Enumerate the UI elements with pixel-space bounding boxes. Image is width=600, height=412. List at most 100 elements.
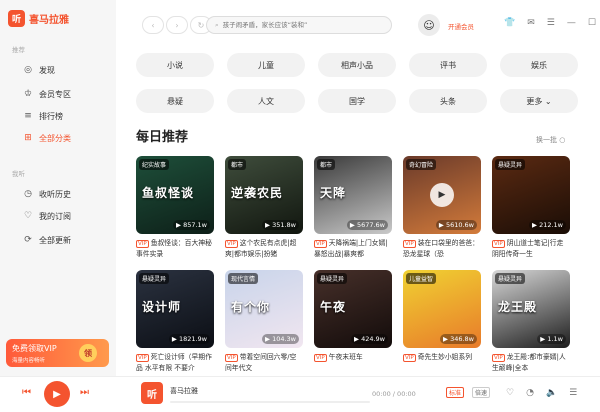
album-tag: 纪实故事 (139, 159, 170, 170)
album-title[interactable]: VIP 死亡设计师（早期作品 水平有限 不要介 (136, 352, 214, 372)
album-cover-text: 天降 (320, 186, 347, 200)
album-card[interactable]: 悬疑灵异 ▶ 212.1w VIP 阴山道士笔记|行走阴阳传奇一生 (492, 156, 570, 258)
album-cover[interactable]: 悬疑灵异 龙王殿 ▶ 1.1w (492, 270, 570, 348)
category-humanities[interactable]: 人文 (227, 89, 305, 113)
category-entertainment[interactable]: 娱乐 (500, 53, 578, 77)
album-tag: 儿童益智 (406, 273, 437, 284)
vip-badge: VIP (492, 354, 505, 362)
album-tag: 现代言情 (228, 273, 259, 284)
category-headlines[interactable]: 头条 (409, 89, 487, 113)
album-card[interactable]: 纪实故事 鱼叔怪谈 ▶ 857.1w VIP 鱼叔怪谈：百大神秘事件实录 (136, 156, 214, 258)
section-label-recommend: 推荐 (12, 46, 25, 54)
speed-button[interactable]: 倍速 (472, 387, 491, 398)
album-title[interactable]: VIP 阴山道士笔记|行走阴阳传奇一生 (492, 238, 570, 258)
album-title[interactable]: VIP 带着空间回六零/空间年代文 (225, 352, 303, 372)
quality-button[interactable]: 标准 (446, 387, 465, 398)
album-cover[interactable]: 悬疑灵异 设计师 ▶ 1821.9w (136, 270, 214, 348)
logo-icon: 听 (8, 10, 25, 27)
menu-icon[interactable]: ☰ (547, 18, 555, 28)
search-input[interactable] (222, 21, 383, 29)
play-count: ▶ 1.1w (537, 334, 566, 344)
album-title[interactable]: VIP 这个农民有点虎|超爽|都市娱乐|扮猪 (225, 238, 303, 258)
forward-button[interactable]: › (166, 16, 188, 34)
sidebar-item-all-categories[interactable]: ⊞ 全部分类 (9, 128, 107, 148)
album-cover[interactable]: 都市 逆袭农民 ▶ 351.8w (225, 156, 303, 234)
category-sinology[interactable]: 国学 (318, 89, 396, 113)
vip-badge: VIP (314, 240, 327, 248)
album-title[interactable]: VIP 龙王殿:都市豪婿|人生巅峰|全本 (492, 352, 570, 372)
album-cover[interactable]: 悬疑灵异 午夜 ▶ 424.9w (314, 270, 392, 348)
category-children[interactable]: 儿童 (227, 53, 305, 77)
sidebar: 听 喜马拉雅 推荐 ◎ 发现 ♔ 会员专区 ≡ 排行榜 ⊞ 全部分类 我听 ◷ 收听历史 … (0, 0, 116, 376)
sidebar-item-ranking[interactable]: ≡ 排行榜 (9, 106, 107, 126)
album-title[interactable]: VIP 装在口袋里的爸爸：恐龙星球（恐 (403, 238, 481, 258)
category-suspense[interactable]: 悬疑 (136, 89, 214, 113)
vip-badge: VIP (314, 354, 327, 362)
vip-promo-banner[interactable]: 免费领取VIP 海量内容畅听 领 (6, 339, 109, 367)
app-logo[interactable]: 听 喜马拉雅 (8, 10, 69, 27)
progress-bar[interactable] (170, 401, 370, 403)
album-cover[interactable]: 奇幻冒险 ▶ ▶ 5610.6w (403, 156, 481, 234)
play-count: ▶ 5610.6w (435, 220, 477, 230)
sidebar-item-subscriptions[interactable]: ♡ 我的订阅 (9, 206, 107, 226)
maximize-icon[interactable]: ☐ (588, 18, 596, 28)
open-vip-link[interactable]: 开通会员 (448, 21, 474, 31)
album-cover[interactable]: 儿童益智 ▶ 346.8w (403, 270, 481, 348)
album-card[interactable]: 现代言情 有个你 ▶ 104.3w VIP 带着空间回六零/空间年代文 (225, 270, 303, 372)
mail-icon[interactable]: ✉ (527, 18, 535, 28)
skin-icon[interactable]: 👕 (504, 18, 515, 28)
album-card[interactable]: 悬疑灵异 设计师 ▶ 1821.9w VIP 死亡设计师（早期作品 水平有限 不要介 (136, 270, 214, 372)
crown-icon: ♔ (23, 89, 33, 99)
play-count-value: 5610.6w (445, 221, 474, 229)
album-title[interactable]: VIP 天降祸端|上门女婿|暴怒出战|暴爽都 (314, 238, 392, 258)
sidebar-item-vip-zone[interactable]: ♔ 会员专区 (9, 84, 107, 104)
category-more[interactable]: 更多 ⌄ (500, 89, 578, 113)
previous-icon[interactable]: ⏮ (22, 387, 31, 398)
album-title[interactable]: VIP 午夜末班车 (314, 352, 392, 372)
search-box[interactable]: ⌕ (206, 16, 392, 34)
album-cover-text: 逆袭农民 (231, 186, 284, 200)
album-tag: 悬疑灵异 (495, 273, 526, 284)
vip-badge: VIP (403, 240, 416, 248)
back-button[interactable]: ‹ (142, 16, 164, 34)
like-icon[interactable]: ♡ (506, 388, 514, 398)
album-card[interactable]: 悬疑灵异 龙王殿 ▶ 1.1w VIP 龙王殿:都市豪婿|人生巅峰|全本 (492, 270, 570, 372)
album-cover-text: 鱼叔怪谈 (142, 186, 195, 200)
album-card[interactable]: 都市 天降 ▶ 5677.6w VIP 天降祸端|上门女婿|暴怒出战|暴爽都 (314, 156, 392, 258)
album-cover[interactable]: 悬疑灵异 ▶ 212.1w (492, 156, 570, 234)
album-card[interactable]: 悬疑灵异 午夜 ▶ 424.9w VIP 午夜末班车 (314, 270, 392, 372)
album-tag: 都市 (228, 159, 247, 170)
playlist-icon[interactable]: ☰ (569, 388, 577, 398)
album-card[interactable]: 奇幻冒险 ▶ ▶ 5610.6w VIP 装在口袋里的爸爸：恐龙星球（恐 (403, 156, 481, 258)
user-avatar-icon: ☺ (423, 18, 435, 32)
cover-play-icon[interactable]: ▶ (430, 183, 454, 207)
album-title-text: 奇先生妙小姐系列 (417, 353, 473, 361)
category-storytelling[interactable]: 评书 (409, 53, 487, 77)
app-name: 喜马拉雅 (29, 15, 69, 26)
timer-icon[interactable]: ◔ (526, 388, 534, 398)
sidebar-item-history[interactable]: ◷ 收听历史 (9, 184, 107, 204)
category-novel[interactable]: 小说 (136, 53, 214, 77)
refresh-batch-button[interactable]: 换一批 ○ (536, 135, 565, 145)
now-playing-cover[interactable]: 听 (141, 382, 163, 404)
play-count: ▶ 104.3w (261, 334, 299, 344)
album-card[interactable]: 儿童益智 ▶ 346.8w VIP 奇先生妙小姐系列 (403, 270, 481, 372)
album-card[interactable]: 都市 逆袭农民 ▶ 351.8w VIP 这个农民有点虎|超爽|都市娱乐|扮猪 (225, 156, 303, 258)
album-cover[interactable]: 纪实故事 鱼叔怪谈 ▶ 857.1w (136, 156, 214, 234)
album-cover[interactable]: 现代言情 有个你 ▶ 104.3w (225, 270, 303, 348)
vip-badge: VIP (136, 354, 149, 362)
sidebar-item-discover[interactable]: ◎ 发现 (9, 60, 107, 80)
category-crosstalk[interactable]: 相声小品 (318, 53, 396, 77)
album-cover[interactable]: 都市 天降 ▶ 5677.6w (314, 156, 392, 234)
player-bar: ⏮ ▶ ⏭ 听 喜马拉雅 00:00 / 00:00 标准 倍速 ♡ ◔ 🔈 ☰ (0, 376, 600, 412)
album-cover-text: 设计师 (142, 300, 182, 314)
album-title[interactable]: VIP 奇先生妙小姐系列 (403, 352, 481, 372)
album-title[interactable]: VIP 鱼叔怪谈：百大神秘事件实录 (136, 238, 214, 258)
volume-icon[interactable]: 🔈 (546, 388, 557, 398)
category-grid: 小说 儿童 相声小品 评书 娱乐 悬疑 人文 国学 头条 更多 ⌄ (136, 53, 578, 113)
play-button[interactable]: ▶ (44, 381, 70, 407)
minimize-icon[interactable]: — (567, 18, 576, 28)
avatar[interactable]: ☺ (418, 14, 440, 36)
next-icon[interactable]: ⏭ (80, 387, 89, 398)
sidebar-item-all-updates[interactable]: ⟳ 全部更新 (9, 230, 107, 250)
